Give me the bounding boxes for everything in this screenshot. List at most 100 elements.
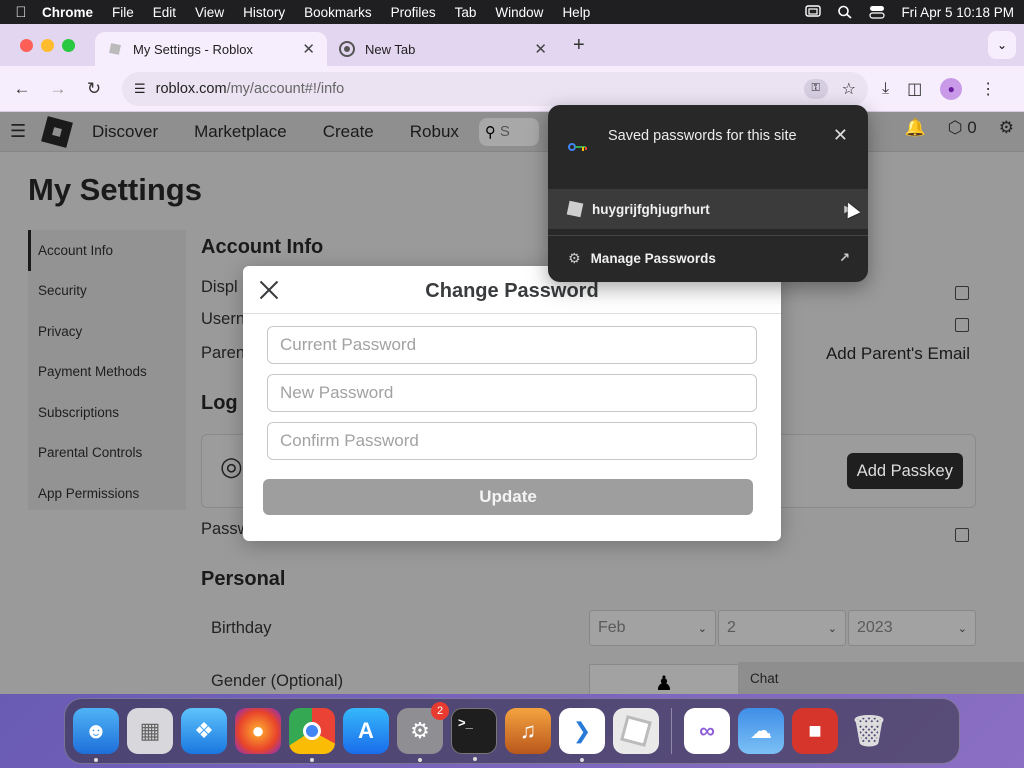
bookmark-star-icon[interactable]: ☆	[842, 79, 856, 99]
forward-arrow-icon[interactable]: →	[40, 79, 76, 99]
sidebar-item-subscriptions[interactable]: Subscriptions	[28, 392, 186, 433]
profile-avatar-icon[interactable]: ●	[940, 77, 963, 100]
menu-history[interactable]: History	[243, 5, 285, 20]
reload-icon[interactable]: ↻	[76, 79, 112, 99]
popup-close-icon[interactable]: ✕	[833, 125, 848, 146]
search-placeholder: S	[499, 123, 510, 140]
fingerprint-icon: ◎	[220, 451, 243, 481]
edit-username-icon[interactable]	[955, 318, 969, 332]
popup-title: Saved passwords for this site	[608, 128, 797, 144]
download-icon[interactable]: ⤓	[882, 80, 889, 98]
person-icon: ♟	[655, 673, 673, 694]
new-password-input[interactable]	[267, 374, 757, 412]
current-password-input[interactable]	[267, 326, 757, 364]
birthday-month-select[interactable]: Feb ⌄	[589, 610, 716, 646]
manage-passwords-label: Manage Passwords	[590, 250, 716, 266]
chrome-menu-kebab-icon[interactable]: ⋮	[980, 79, 996, 99]
control-center-icon[interactable]	[869, 5, 886, 19]
menu-app-name[interactable]: Chrome	[42, 5, 93, 20]
site-info-icon[interactable]: ☰	[134, 81, 146, 97]
edit-password-icon[interactable]	[955, 528, 969, 542]
roblox-logo[interactable]	[41, 115, 73, 148]
garageband-icon[interactable]: ♫	[505, 708, 551, 754]
menu-view[interactable]: View	[195, 5, 224, 20]
visual-studio-icon[interactable]: ∞	[684, 708, 730, 754]
robux-balance[interactable]: ⬡ 0	[948, 118, 977, 138]
saved-credential-row[interactable]: huygrijfghjugrhurt ▶	[548, 189, 868, 229]
tab-close-icon[interactable]: ✕	[302, 40, 315, 58]
update-button[interactable]: Update	[263, 479, 753, 515]
birthday-label: Birthday	[211, 619, 272, 637]
sidebar-item-app-permissions[interactable]: App Permissions	[28, 473, 186, 514]
app-store-icon[interactable]: A	[343, 708, 389, 754]
nav-discover[interactable]: Discover	[92, 122, 158, 142]
menu-profiles[interactable]: Profiles	[391, 5, 436, 20]
settings-gear-icon[interactable]: ⚙	[999, 118, 1014, 138]
birthday-day-select[interactable]: 2 ⌄	[718, 610, 846, 646]
photo-booth-icon[interactable]: ■	[792, 708, 838, 754]
spotlight-search-icon[interactable]	[837, 5, 853, 19]
page-title: My Settings	[28, 172, 202, 207]
trash-icon[interactable]: 🗑	[846, 708, 892, 754]
menu-file[interactable]: File	[112, 5, 134, 20]
tab-title: New Tab	[365, 41, 416, 57]
nav-marketplace[interactable]: Marketplace	[194, 122, 287, 142]
apple-menu-icon[interactable]: 	[10, 4, 32, 21]
launchpad-icon[interactable]: ▦	[127, 708, 173, 754]
sidebar-item-payment-methods[interactable]: Payment Methods	[28, 352, 186, 393]
parent-email-label: Paren	[201, 344, 246, 362]
menu-tab[interactable]: Tab	[455, 5, 477, 20]
menu-bar:  Chrome File Edit View History Bookmark…	[0, 0, 1024, 24]
gender-male-option[interactable]: ♟	[589, 664, 739, 694]
add-parent-email-link[interactable]: Add Parent's Email	[826, 344, 970, 364]
menu-window[interactable]: Window	[495, 5, 543, 20]
manage-passwords-link[interactable]: ⚙ Manage Passwords ↗	[548, 243, 868, 273]
chevron-down-icon: ⌄	[827, 622, 837, 635]
roblox-icon[interactable]	[613, 708, 659, 754]
safari-icon[interactable]: ❖	[181, 708, 227, 754]
notification-badge: 2	[431, 702, 449, 720]
back-arrow-icon[interactable]: ←	[4, 79, 40, 99]
vscode-icon[interactable]: ❯	[559, 708, 605, 762]
birthday-year-select[interactable]: 2023 ⌄	[848, 610, 976, 646]
chrome-icon[interactable]	[289, 708, 335, 762]
password-key-icon[interactable]: ⚿	[803, 78, 828, 99]
roblox-favicon-icon	[107, 41, 123, 57]
menu-edit[interactable]: Edit	[153, 5, 176, 20]
weather-icon[interactable]: ☁	[738, 708, 784, 754]
side-panel-icon[interactable]: ◫	[907, 79, 922, 99]
roblox-search-input[interactable]: ⚲ S	[478, 117, 539, 146]
add-passkey-button[interactable]: Add Passkey	[846, 453, 963, 489]
firefox-icon[interactable]: ●	[235, 708, 281, 754]
menu-clock[interactable]: Fri Apr 5 10:18 PM	[901, 5, 1014, 20]
robux-count: 0	[967, 118, 977, 137]
new-tab-plus-icon[interactable]: +	[573, 34, 585, 57]
sidebar-item-privacy[interactable]: Privacy	[28, 311, 186, 352]
confirm-password-input[interactable]	[267, 422, 757, 460]
sidebar-item-account-info[interactable]: Account Info	[28, 230, 186, 271]
notifications-bell-icon[interactable]: 🔔	[905, 118, 926, 138]
tab-my-settings[interactable]: My Settings - Roblox ✕	[95, 32, 327, 66]
hamburger-menu-icon[interactable]: ☰	[10, 121, 30, 142]
sidebar-item-security[interactable]: Security	[28, 271, 186, 312]
system-settings-icon[interactable]: ⚙ 2	[397, 702, 449, 762]
zoom-window-button[interactable]	[62, 38, 75, 52]
address-bar[interactable]: ☰ roblox.com/my/account#!/info ⚿ ☆	[122, 71, 868, 106]
tab-search-chevron-icon[interactable]: ⌄	[988, 31, 1016, 59]
terminal-icon[interactable]: >_	[451, 708, 497, 761]
menu-bookmarks[interactable]: Bookmarks	[304, 5, 372, 20]
finder-icon[interactable]: ☻	[73, 708, 119, 762]
nav-create[interactable]: Create	[323, 122, 374, 142]
screen-mirroring-icon[interactable]	[805, 5, 822, 19]
menu-help[interactable]: Help	[562, 5, 590, 20]
close-window-button[interactable]	[20, 38, 33, 52]
search-icon: ⚲	[484, 123, 496, 141]
nav-robux[interactable]: Robux	[410, 122, 459, 142]
edit-display-name-icon[interactable]	[955, 286, 969, 300]
tab-close-icon[interactable]: ✕	[534, 40, 547, 58]
sidebar-item-parental-controls[interactable]: Parental Controls	[28, 433, 186, 474]
tab-new-tab[interactable]: New Tab ✕	[327, 32, 559, 66]
birthday-month-value: Feb	[598, 619, 626, 636]
minimize-window-button[interactable]	[41, 38, 54, 52]
chat-bar[interactable]: Chat	[738, 662, 1024, 694]
